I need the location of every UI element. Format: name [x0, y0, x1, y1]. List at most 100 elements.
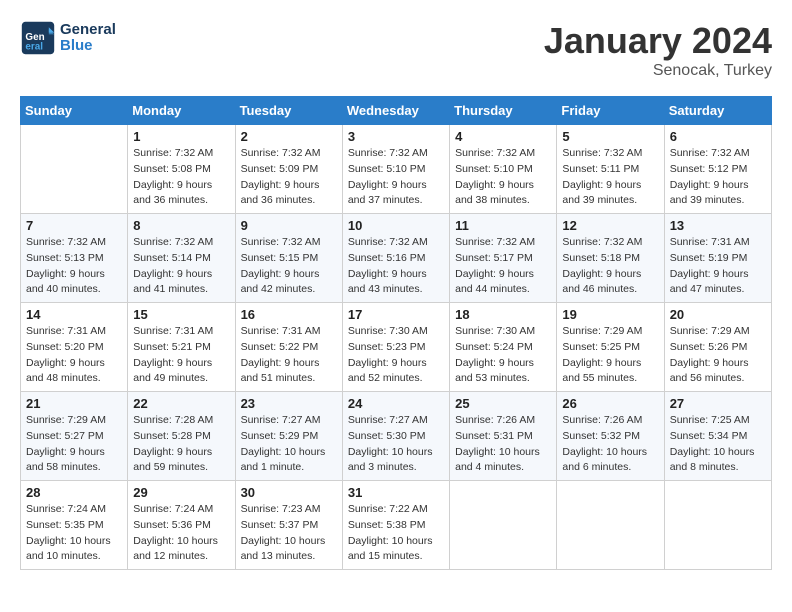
calendar-cell: 26 Sunrise: 7:26 AMSunset: 5:32 PMDayligh… [557, 392, 664, 481]
day-number: 9 [241, 218, 337, 233]
day-number: 2 [241, 129, 337, 144]
page-header: Gen eral General Blue January 2024 Senoc… [20, 20, 772, 80]
day-info: Sunrise: 7:30 AMSunset: 5:24 PMDaylight:… [455, 324, 551, 387]
weekday-header-thursday: Thursday [450, 97, 557, 125]
day-info: Sunrise: 7:31 AMSunset: 5:22 PMDaylight:… [241, 324, 337, 387]
calendar-cell: 27 Sunrise: 7:25 AMSunset: 5:34 PMDayligh… [664, 392, 771, 481]
calendar-cell: 20 Sunrise: 7:29 AMSunset: 5:26 PMDayligh… [664, 303, 771, 392]
logo: Gen eral General Blue [20, 20, 116, 56]
day-number: 19 [562, 307, 658, 322]
calendar-cell [450, 481, 557, 570]
calendar-cell: 13 Sunrise: 7:31 AMSunset: 5:19 PMDayligh… [664, 214, 771, 303]
day-info: Sunrise: 7:25 AMSunset: 5:34 PMDaylight:… [670, 413, 766, 476]
day-number: 25 [455, 396, 551, 411]
day-number: 5 [562, 129, 658, 144]
calendar-cell: 18 Sunrise: 7:30 AMSunset: 5:24 PMDayligh… [450, 303, 557, 392]
weekday-header-tuesday: Tuesday [235, 97, 342, 125]
calendar-cell: 16 Sunrise: 7:31 AMSunset: 5:22 PMDayligh… [235, 303, 342, 392]
calendar-cell: 19 Sunrise: 7:29 AMSunset: 5:25 PMDayligh… [557, 303, 664, 392]
calendar-cell: 24 Sunrise: 7:27 AMSunset: 5:30 PMDayligh… [342, 392, 449, 481]
day-number: 24 [348, 396, 444, 411]
day-info: Sunrise: 7:31 AMSunset: 5:19 PMDaylight:… [670, 235, 766, 298]
day-info: Sunrise: 7:29 AMSunset: 5:27 PMDaylight:… [26, 413, 122, 476]
month-title: January 2024 [544, 20, 772, 62]
day-number: 28 [26, 485, 122, 500]
calendar-cell: 31Sunrise: 7:22 AMSunset: 5:38 PMDayligh… [342, 481, 449, 570]
calendar-cell: 23Sunrise: 7:27 AMSunset: 5:29 PMDayligh… [235, 392, 342, 481]
day-number: 4 [455, 129, 551, 144]
day-info: Sunrise: 7:30 AMSunset: 5:23 PMDaylight:… [348, 324, 444, 387]
day-info: Sunrise: 7:24 AMSunset: 5:36 PMDaylight:… [133, 502, 229, 565]
day-number: 7 [26, 218, 122, 233]
calendar-cell: 21 Sunrise: 7:29 AMSunset: 5:27 PMDayligh… [21, 392, 128, 481]
day-number: 3 [348, 129, 444, 144]
day-info: Sunrise: 7:29 AMSunset: 5:26 PMDaylight:… [670, 324, 766, 387]
day-number: 20 [670, 307, 766, 322]
location-title: Senocak, Turkey [544, 62, 772, 80]
day-number: 12 [562, 218, 658, 233]
day-info: Sunrise: 7:28 AMSunset: 5:28 PMDaylight:… [133, 413, 229, 476]
day-number: 26 [562, 396, 658, 411]
day-info: Sunrise: 7:27 AMSunset: 5:30 PMDaylight:… [348, 413, 444, 476]
calendar-cell: 6Sunrise: 7:32 AMSunset: 5:12 PMDaylight… [664, 125, 771, 214]
calendar-cell: 14 Sunrise: 7:31 AMSunset: 5:20 PMDayligh… [21, 303, 128, 392]
calendar-cell: 17 Sunrise: 7:30 AMSunset: 5:23 PMDayligh… [342, 303, 449, 392]
calendar-cell: 28 Sunrise: 7:24 AMSunset: 5:35 PMDayligh… [21, 481, 128, 570]
day-info: Sunrise: 7:32 AMSunset: 5:14 PMDaylight:… [133, 235, 229, 298]
calendar-cell: 29 Sunrise: 7:24 AMSunset: 5:36 PMDayligh… [128, 481, 235, 570]
calendar-cell: 10Sunrise: 7:32 AMSunset: 5:16 PMDayligh… [342, 214, 449, 303]
day-number: 29 [133, 485, 229, 500]
calendar-cell: 12 Sunrise: 7:32 AMSunset: 5:18 PMDayligh… [557, 214, 664, 303]
day-number: 21 [26, 396, 122, 411]
day-info: Sunrise: 7:32 AMSunset: 5:18 PMDaylight:… [562, 235, 658, 298]
calendar-cell: 3 Sunrise: 7:32 AMSunset: 5:10 PMDaylight… [342, 125, 449, 214]
day-info: Sunrise: 7:26 AMSunset: 5:31 PMDaylight:… [455, 413, 551, 476]
day-info: Sunrise: 7:23 AMSunset: 5:37 PMDaylight:… [241, 502, 337, 565]
calendar-cell: 9 Sunrise: 7:32 AMSunset: 5:15 PMDaylight… [235, 214, 342, 303]
day-number: 27 [670, 396, 766, 411]
day-info: Sunrise: 7:26 AMSunset: 5:32 PMDaylight:… [562, 413, 658, 476]
calendar-cell: 4 Sunrise: 7:32 AMSunset: 5:10 PMDaylight… [450, 125, 557, 214]
day-number: 31 [348, 485, 444, 500]
day-info: Sunrise: 7:32 AMSunset: 5:17 PMDaylight:… [455, 235, 551, 298]
calendar-cell [21, 125, 128, 214]
day-number: 16 [241, 307, 337, 322]
day-info: Sunrise: 7:31 AMSunset: 5:20 PMDaylight:… [26, 324, 122, 387]
day-info: Sunrise: 7:24 AMSunset: 5:35 PMDaylight:… [26, 502, 122, 565]
logo-icon: Gen eral [20, 20, 56, 56]
day-info: Sunrise: 7:32 AMSunset: 5:10 PMDaylight:… [348, 146, 444, 209]
day-info: Sunrise: 7:32 AMSunset: 5:16 PMDaylight:… [348, 235, 444, 298]
calendar-cell [664, 481, 771, 570]
day-info: Sunrise: 7:27 AMSunset: 5:29 PMDaylight:… [241, 413, 337, 476]
calendar-cell: 8Sunrise: 7:32 AMSunset: 5:14 PMDaylight… [128, 214, 235, 303]
logo-general: General [60, 22, 116, 39]
weekday-header-saturday: Saturday [664, 97, 771, 125]
day-info: Sunrise: 7:32 AMSunset: 5:11 PMDaylight:… [562, 146, 658, 209]
calendar-table: SundayMondayTuesdayWednesdayThursdayFrid… [20, 96, 772, 570]
day-info: Sunrise: 7:32 AMSunset: 5:10 PMDaylight:… [455, 146, 551, 209]
calendar-cell [557, 481, 664, 570]
day-number: 15 [133, 307, 229, 322]
day-number: 13 [670, 218, 766, 233]
day-info: Sunrise: 7:32 AMSunset: 5:15 PMDaylight:… [241, 235, 337, 298]
calendar-cell: 11Sunrise: 7:32 AMSunset: 5:17 PMDayligh… [450, 214, 557, 303]
weekday-header-friday: Friday [557, 97, 664, 125]
weekday-header-sunday: Sunday [21, 97, 128, 125]
calendar-cell: 30 Sunrise: 7:23 AMSunset: 5:37 PMDayligh… [235, 481, 342, 570]
day-number: 14 [26, 307, 122, 322]
calendar-cell: 25 Sunrise: 7:26 AMSunset: 5:31 PMDayligh… [450, 392, 557, 481]
calendar-cell: 22 Sunrise: 7:28 AMSunset: 5:28 PMDayligh… [128, 392, 235, 481]
day-number: 1 [133, 129, 229, 144]
day-number: 30 [241, 485, 337, 500]
day-info: Sunrise: 7:32 AMSunset: 5:08 PMDaylight:… [133, 146, 229, 209]
calendar-cell: 1 Sunrise: 7:32 AMSunset: 5:08 PMDaylight… [128, 125, 235, 214]
day-info: Sunrise: 7:32 AMSunset: 5:12 PMDaylight:… [670, 146, 766, 209]
day-info: Sunrise: 7:32 AMSunset: 5:13 PMDaylight:… [26, 235, 122, 298]
day-info: Sunrise: 7:29 AMSunset: 5:25 PMDaylight:… [562, 324, 658, 387]
calendar-cell: 7 Sunrise: 7:32 AMSunset: 5:13 PMDaylight… [21, 214, 128, 303]
day-number: 18 [455, 307, 551, 322]
calendar-cell: 15Sunrise: 7:31 AMSunset: 5:21 PMDayligh… [128, 303, 235, 392]
day-number: 22 [133, 396, 229, 411]
weekday-header-wednesday: Wednesday [342, 97, 449, 125]
day-number: 17 [348, 307, 444, 322]
